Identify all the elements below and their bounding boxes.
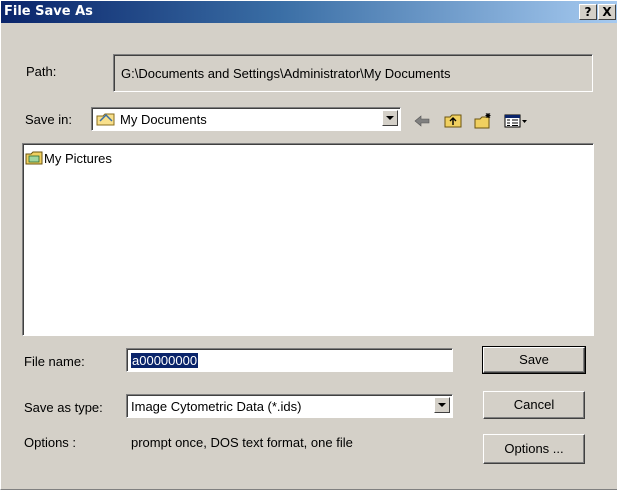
save-as-type-combo[interactable]: Image Cytometric Data (*.ids) [126, 394, 453, 418]
save-in-combo[interactable]: My Documents [91, 107, 401, 131]
save-in-label: Save in: [25, 112, 72, 127]
options-value: prompt once, DOS text format, one file [131, 435, 353, 450]
folder-up-icon[interactable] [443, 112, 463, 130]
view-menu-icon[interactable] [503, 112, 529, 130]
file-list[interactable]: My Pictures [22, 143, 594, 336]
save-as-type-label: Save as type: [24, 400, 103, 415]
my-documents-folder-icon [96, 113, 115, 126]
save-as-type-dropdown-button[interactable] [434, 397, 450, 413]
file-name-input[interactable]: a00000000 [126, 348, 453, 372]
options-button[interactable]: Options ... [483, 434, 585, 464]
cancel-button[interactable]: Cancel [483, 391, 585, 419]
list-item-label: My Pictures [44, 151, 112, 166]
file-save-as-dialog: File Save As ? X Path: G:\Documents and … [0, 0, 617, 490]
options-label: Options : [24, 435, 77, 450]
file-name-label: File name: [24, 354, 85, 369]
new-folder-icon[interactable] [473, 112, 493, 130]
close-button[interactable]: X [598, 4, 616, 20]
save-button[interactable]: Save [482, 346, 586, 374]
window-title: File Save As [4, 4, 93, 19]
save-in-dropdown-button[interactable] [382, 110, 398, 126]
left-arrow-icon[interactable] [412, 112, 432, 130]
save-as-type-value: Image Cytometric Data (*.ids) [131, 399, 302, 414]
path-display: G:\Documents and Settings\Administrator\… [113, 54, 593, 92]
file-name-value: a00000000 [131, 353, 199, 368]
save-in-value: My Documents [120, 112, 207, 127]
path-value: G:\Documents and Settings\Administrator\… [121, 66, 451, 81]
help-button[interactable]: ? [579, 4, 597, 20]
path-label: Path: [26, 64, 57, 79]
pictures-folder-icon [25, 151, 43, 165]
title-bar[interactable]: File Save As ? X [1, 1, 617, 23]
